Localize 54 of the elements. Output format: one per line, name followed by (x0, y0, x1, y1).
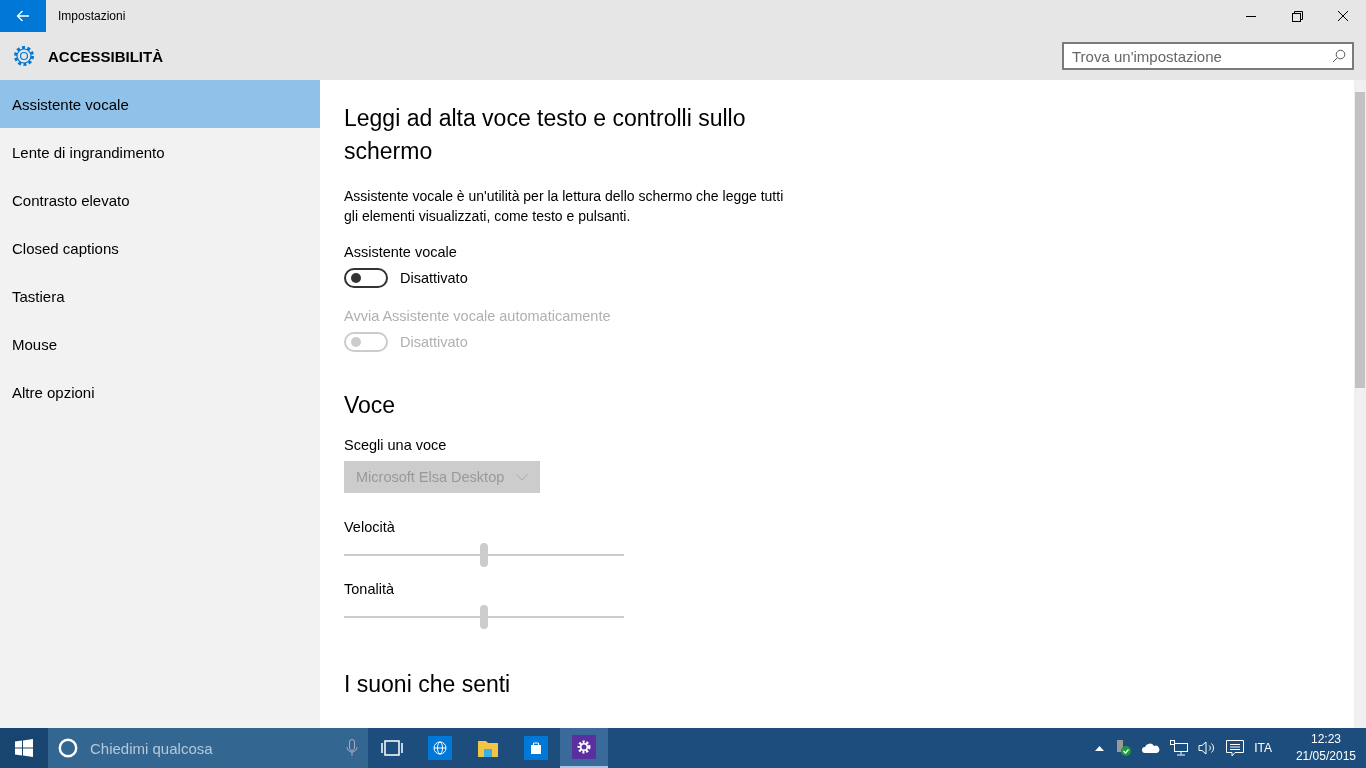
window-title: Impostazioni (58, 9, 127, 23)
globe-icon (428, 736, 452, 760)
section-heading: I suoni che senti (344, 671, 511, 698)
slider-thumb[interactable] (480, 605, 488, 629)
sidebar-item[interactable]: Closed captions (0, 224, 320, 272)
toggle-switch[interactable] (344, 268, 388, 288)
back-button[interactable] (0, 0, 46, 32)
slider[interactable] (344, 605, 624, 629)
taskbar-search-field[interactable]: Chiedimi qualcosa (88, 738, 336, 758)
gear-icon (12, 44, 36, 68)
notification-icon (1226, 739, 1245, 757)
taskbar-app-button[interactable] (560, 728, 608, 768)
page-title: ACCESSIBILITÀ (48, 47, 164, 65)
search-icon (1332, 49, 1346, 63)
cloud-icon (1142, 742, 1161, 754)
clock-date: 21/05/2015 (1295, 748, 1356, 765)
search-field[interactable]: Trova un'impostazione (1062, 42, 1354, 70)
restore-icon (1291, 10, 1303, 22)
sidebar-item[interactable]: Mouse (0, 320, 320, 368)
toggle-label: Assistente vocale (344, 244, 457, 260)
slider-thumb[interactable] (480, 543, 488, 567)
back-arrow-icon (16, 10, 30, 22)
chevron-down-icon (516, 473, 528, 481)
shopping-bag-icon (524, 736, 548, 760)
windows-logo-icon (15, 739, 33, 757)
section-heading: Leggi ad alta voce testo e controlli sullo schermo (344, 104, 747, 166)
toggle-label: Avvia Assistente vocale automaticamente (344, 308, 611, 324)
slider-label: Velocità (344, 519, 395, 535)
gear-icon (572, 735, 596, 759)
section-heading: Voce (344, 392, 396, 419)
toggle-state: Disattivato (400, 334, 468, 350)
sidebar-item[interactable]: Assistente vocale (0, 80, 320, 128)
dropdown-label: Scegli una voce (344, 437, 447, 453)
taskbar-search-box[interactable]: Chiedimi qualcosa (48, 728, 368, 768)
slider[interactable] (344, 543, 624, 567)
sidebar-item[interactable]: Tastiera (0, 272, 320, 320)
sidebar-item[interactable]: Lente di ingrandimento (0, 128, 320, 176)
speaker-icon (1198, 741, 1217, 755)
microphone-icon (346, 739, 358, 757)
sidebar-item[interactable]: Altre opzioni (0, 368, 320, 416)
description-text: Assistente vocale è un'utilità per la lettura dello schermo che legge tutti gli elementi visualizzati, come testo e pulsanti. (344, 187, 785, 226)
caret-up-icon (1095, 745, 1105, 751)
toggle-state: Disattivato (400, 270, 468, 286)
close-icon (1338, 11, 1348, 21)
network-icon (1170, 740, 1189, 756)
language-indicator[interactable]: ITA (1254, 741, 1272, 755)
start-button[interactable] (0, 728, 48, 768)
scrollbar-thumb[interactable] (1355, 92, 1365, 388)
sidebar-item[interactable]: Contrasto elevato (0, 176, 320, 224)
circle-icon (58, 738, 78, 758)
task-view-icon (381, 740, 403, 756)
clock-time: 12:23 (1310, 731, 1341, 748)
usb-check-icon (1114, 739, 1133, 757)
slider-label: Tonalità (344, 581, 394, 597)
